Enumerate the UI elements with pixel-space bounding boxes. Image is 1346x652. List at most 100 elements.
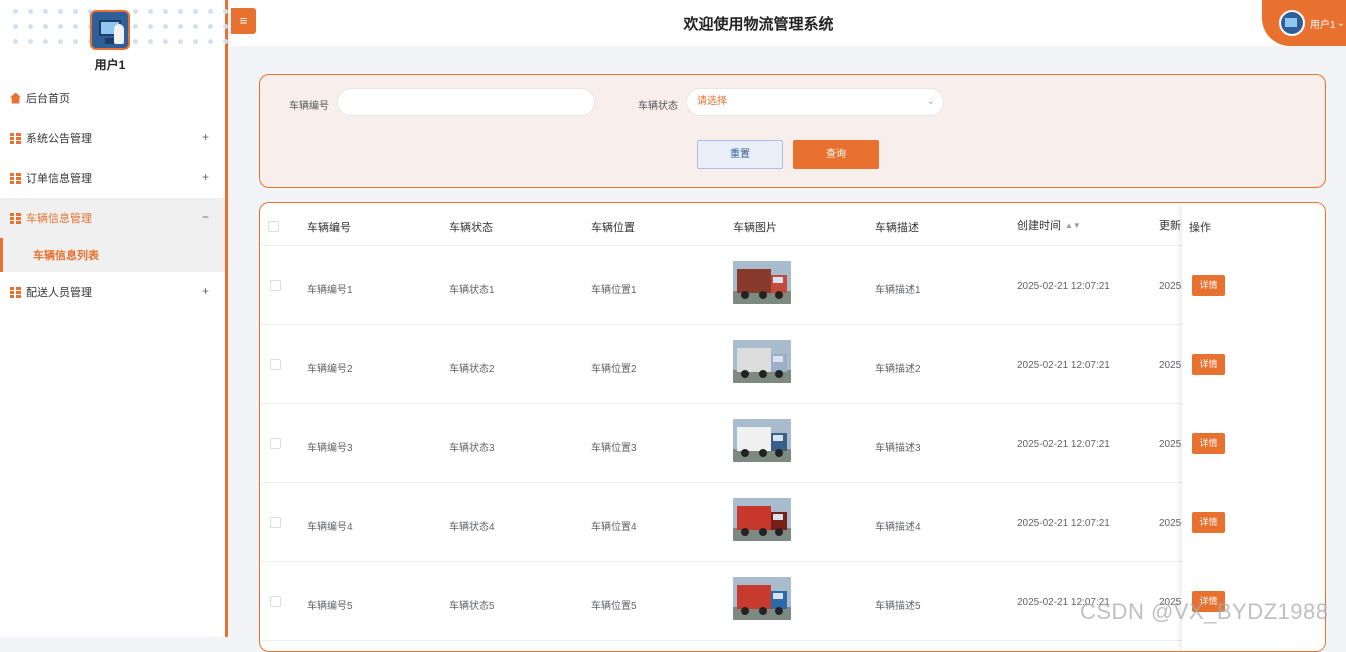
detail-button[interactable]: 详情 [1192, 433, 1225, 454]
avatar [1279, 10, 1305, 36]
row-checkbox[interactable] [270, 517, 281, 528]
table-cell: 车辆位置1 [591, 285, 637, 296]
row-checkbox[interactable] [270, 280, 281, 291]
table-cell: 2025-02-21 12:07:21 [1017, 518, 1110, 529]
top-bar: ≡ 欢迎使用物流管理系统 用户1 ⌄ [231, 0, 1346, 46]
sidebar-item-label: 订单信息管理 [26, 173, 92, 185]
table-cell: 车辆编号1 [307, 285, 353, 296]
table-cell: 2025-02-21 12:07:21 [1017, 360, 1110, 371]
collapse-icon: − [201, 210, 209, 224]
row-checkbox[interactable] [270, 596, 281, 607]
table-cell: 车辆编号3 [307, 443, 353, 454]
grid-icon [10, 212, 21, 224]
vehicle-image [733, 419, 791, 462]
grid-icon [10, 132, 21, 144]
table-cell: 2025 [1159, 281, 1182, 292]
expand-icon: + [201, 130, 209, 144]
table-cell: 2025-02-21 12:07:21 [1017, 281, 1110, 292]
sidebar-item-couriers[interactable]: 配送人员管理 + [0, 272, 225, 312]
expand-icon: + [201, 170, 209, 184]
select-all-checkbox[interactable] [268, 221, 279, 232]
sort-icon[interactable]: ▲▼ [1065, 221, 1081, 230]
table-cell: 2025 [1159, 518, 1182, 529]
table-cell: 车辆描述3 [875, 443, 921, 454]
sidebar-item-home[interactable]: 后台首页 [0, 78, 225, 118]
column-header: 操作 [1189, 222, 1211, 234]
table-row: 车辆编号3 车辆状态3 车辆位置3 车辆描述3 2025-02-21 12:07:21 2… [260, 404, 1325, 483]
vehicle-status-select[interactable]: 请选择 ⌄ [686, 88, 944, 116]
row-checkbox[interactable] [270, 359, 281, 370]
grid-icon [10, 286, 21, 298]
table-cell: 车辆状态2 [449, 364, 495, 375]
table-cell: 车辆编号2 [307, 364, 353, 375]
vehicle-image [733, 261, 791, 304]
column-header-label: 创建时间 [1017, 220, 1061, 232]
table-cell: 车辆位置2 [591, 364, 637, 375]
search-panel: 车辆编号 车辆状态 请选择 ⌄ 重置 查询 [259, 74, 1326, 188]
sidebar-subitem-vehicle-list[interactable]: 车辆信息列表 [0, 238, 225, 272]
sidebar-item-label: 车辆信息管理 [26, 213, 92, 225]
vehicle-no-label: 车辆编号 [289, 101, 329, 112]
table-cell: 2025 [1159, 439, 1182, 450]
reset-button[interactable]: 重置 [697, 140, 783, 169]
column-header: 车辆位置 [591, 222, 635, 234]
column-header: 车辆编号 [307, 222, 351, 234]
table-cell: 2025 [1159, 360, 1182, 371]
chevron-down-icon: ⌄ [926, 96, 935, 107]
table-cell: 车辆状态4 [449, 522, 495, 533]
table-row: 车辆编号1 车辆状态1 车辆位置1 车辆描述1 2025-02-21 12:07:21 2… [260, 246, 1325, 325]
table-cell: 车辆描述5 [875, 601, 921, 612]
sidebar: 用户1 后台首页 系统公告管理 + 订单信息管理 + 车辆信息管理 − 车辆信息… [0, 0, 228, 637]
sidebar-item-label: 系统公告管理 [26, 133, 92, 145]
table-cell: 2025-02-21 12:07:21 [1017, 439, 1110, 450]
table-cell: 车辆描述4 [875, 522, 921, 533]
user-avatar[interactable] [90, 10, 130, 50]
column-header-sortable[interactable]: 创建时间 ▲▼ [1017, 217, 1081, 233]
vehicle-image [733, 577, 791, 620]
table-cell: 车辆状态1 [449, 285, 495, 296]
vehicle-no-input[interactable] [337, 88, 595, 116]
table-cell: 车辆位置4 [591, 522, 637, 533]
table-row: 车辆编号2 车辆状态2 车辆位置2 车辆描述2 2025-02-21 12:07:21 2… [260, 325, 1325, 404]
sidebar-user-name: 用户1 [94, 58, 126, 72]
detail-button[interactable]: 详情 [1192, 512, 1225, 533]
table-cell: 车辆描述1 [875, 285, 921, 296]
operation-column: 操作 详情 详情 详情 详情 详情 [1182, 203, 1325, 651]
vehicle-image [733, 498, 791, 541]
table-cell: 车辆编号4 [307, 522, 353, 533]
vehicle-image [733, 340, 791, 383]
sidebar-item-label: 后台首页 [26, 93, 70, 105]
table-row: 车辆编号4 车辆状态4 车辆位置4 车辆描述4 2025-02-21 12:07:21 2… [260, 483, 1325, 562]
detail-button[interactable]: 详情 [1192, 275, 1225, 296]
vehicle-table: 车辆编号 车辆状态 车辆位置 车辆图片 车辆描述 创建时间 ▲▼ 更新 车辆编号1… [259, 202, 1326, 652]
sidebar-item-vehicles[interactable]: 车辆信息管理 − [0, 198, 225, 238]
vehicle-status-label: 车辆状态 [638, 101, 678, 112]
sidebar-item-announcements[interactable]: 系统公告管理 + [0, 118, 225, 158]
table-cell: 车辆状态5 [449, 601, 495, 612]
page-title: 欢迎使用物流管理系统 [683, 16, 834, 33]
table-cell: 车辆位置3 [591, 443, 637, 454]
table-cell: 车辆状态3 [449, 443, 495, 454]
column-header: 更新 [1159, 220, 1181, 232]
row-checkbox[interactable] [270, 438, 281, 449]
user-menu[interactable]: 用户1 ⌄ [1262, 0, 1346, 46]
table-cell: 车辆编号5 [307, 601, 353, 612]
expand-icon: + [201, 284, 209, 298]
sidebar-menu: 后台首页 系统公告管理 + 订单信息管理 + 车辆信息管理 − 车辆信息列表 配… [0, 78, 225, 312]
watermark: CSDN @VX_BYDZ1988 [1080, 599, 1329, 624]
table-header: 车辆编号 车辆状态 车辆位置 车辆图片 车辆描述 创建时间 ▲▼ 更新 [260, 203, 1325, 246]
home-icon [10, 92, 21, 104]
table-cell: 车辆位置5 [591, 601, 637, 612]
grid-icon [10, 172, 21, 184]
detail-button[interactable]: 详情 [1192, 354, 1225, 375]
column-header: 车辆状态 [449, 222, 493, 234]
table-cell: 车辆描述2 [875, 364, 921, 375]
column-header: 车辆图片 [733, 222, 777, 234]
query-button[interactable]: 查询 [793, 140, 879, 169]
user-menu-label: 用户1 [1310, 19, 1336, 31]
sidebar-item-label: 配送人员管理 [26, 287, 92, 299]
select-placeholder: 请选择 [697, 96, 727, 107]
chevron-down-icon: ⌄ [1336, 17, 1345, 29]
sidebar-item-orders[interactable]: 订单信息管理 + [0, 158, 225, 198]
column-header: 车辆描述 [875, 222, 919, 234]
